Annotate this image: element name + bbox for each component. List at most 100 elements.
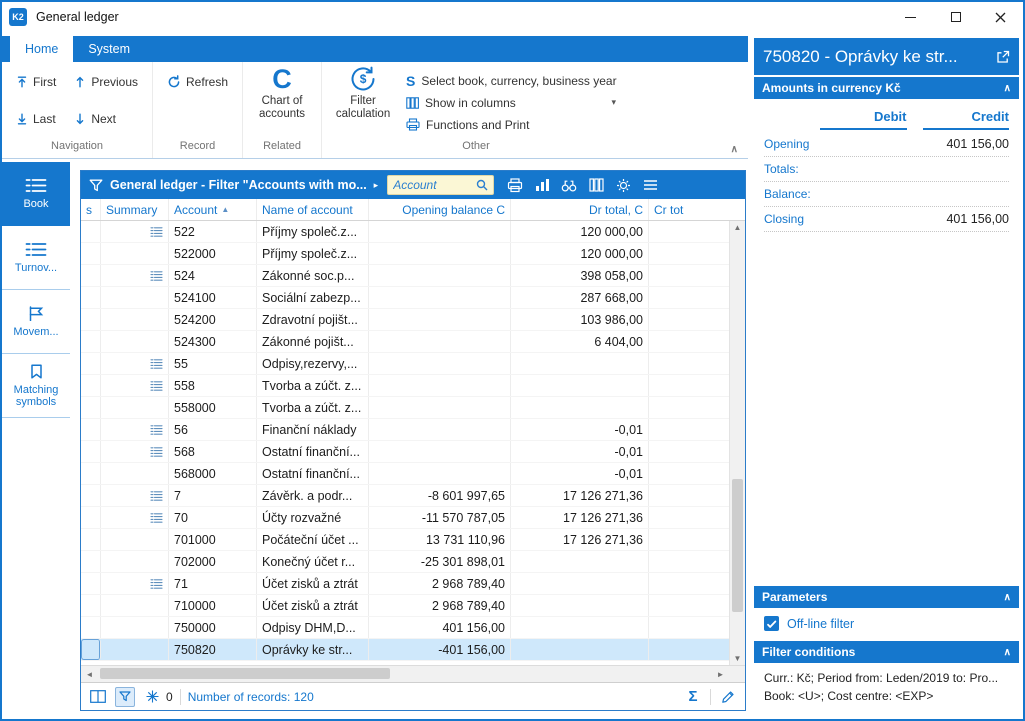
menu-button[interactable] xyxy=(640,175,660,195)
table-row[interactable]: 524 Zákonné soc.p... 398 058,00 xyxy=(81,265,729,287)
ledger-grid: General ledger - Filter "Accounts with m… xyxy=(80,170,746,711)
select-book-button[interactable]: S Select book, currency, business year xyxy=(406,71,617,90)
sidebar-item-matching-symbols[interactable]: Matching symbols xyxy=(2,354,70,418)
table-row[interactable]: 524200 Zdravotní pojišt... 103 986,00 xyxy=(81,309,729,331)
chart-button[interactable] xyxy=(532,175,552,195)
filter-conditions-section-header[interactable]: Filter conditions ∧ xyxy=(754,641,1019,663)
edit-button[interactable] xyxy=(718,687,738,707)
chevron-up-icon[interactable]: ∧ xyxy=(1004,647,1011,658)
hscroll-track[interactable] xyxy=(98,666,712,682)
table-row[interactable]: 701000 Počáteční účet ... 13 731 110,96 … xyxy=(81,529,729,551)
table-row[interactable]: 522 Příjmy společ.z... 120 000,00 xyxy=(81,221,729,243)
filter-toggle-button[interactable] xyxy=(115,686,135,707)
sum-button[interactable]: Σ xyxy=(683,687,703,707)
table-row[interactable]: 524100 Sociální zabezp... 287 668,00 xyxy=(81,287,729,309)
table-row[interactable]: 568000 Ostatní finanční... -0,01 xyxy=(81,463,729,485)
table-row[interactable]: 702000 Konečný účet r... -25 301 898,01 xyxy=(81,551,729,573)
columns-icon xyxy=(589,178,604,192)
panes-button[interactable] xyxy=(88,687,108,707)
summary-icon xyxy=(150,380,163,391)
maximize-button[interactable] xyxy=(933,2,978,32)
cell-dr: -0,01 xyxy=(511,419,649,440)
scroll-up-icon[interactable]: ▲ xyxy=(734,223,742,232)
table-row[interactable]: 7 Závěrk. a podr... -8 601 997,65 17 126… xyxy=(81,485,729,507)
scroll-down-icon[interactable]: ▼ xyxy=(734,654,742,663)
chevron-down-icon[interactable]: ▾ xyxy=(612,97,617,108)
column-header-s[interactable]: s xyxy=(81,199,101,220)
table-row[interactable]: 558000 Tvorba a zúčt. z... xyxy=(81,397,729,419)
freeze-button[interactable] xyxy=(142,687,162,707)
cell-cr xyxy=(649,463,729,484)
table-row[interactable]: 750820 Oprávky ke str... -401 156,00 xyxy=(81,639,729,661)
print-button[interactable] xyxy=(505,175,525,195)
flag-icon xyxy=(29,305,44,321)
hscroll-thumb[interactable] xyxy=(100,668,390,679)
filter-calculation-button[interactable]: $ Filter calculation xyxy=(328,62,398,140)
first-button[interactable]: First xyxy=(16,73,56,91)
column-header-account[interactable]: Account ▲ xyxy=(169,199,257,220)
functions-print-button[interactable]: Functions and Print xyxy=(406,115,616,134)
vscroll-thumb[interactable] xyxy=(732,478,743,612)
cell-s xyxy=(81,419,101,440)
amounts-section-header[interactable]: Amounts in currency Kč ∧ xyxy=(754,77,1019,99)
scroll-right-icon[interactable]: ► xyxy=(712,670,729,679)
last-button[interactable]: Last xyxy=(16,110,56,128)
table-row[interactable]: 710000 Účet zisků a ztrát 2 968 789,40 xyxy=(81,595,729,617)
table-row[interactable]: 71 Účet zisků a ztrát 2 968 789,40 xyxy=(81,573,729,595)
tab-system[interactable]: System xyxy=(73,36,145,62)
column-header-dr[interactable]: Dr total, C xyxy=(511,199,649,220)
list-icon xyxy=(25,178,47,192)
show-in-columns-button[interactable]: Show in columns ▾ xyxy=(406,93,616,112)
close-button[interactable] xyxy=(978,2,1023,32)
column-header-cr[interactable]: Cr tot xyxy=(649,199,745,220)
parameters-section-header[interactable]: Parameters ∧ xyxy=(754,586,1019,608)
table-row[interactable]: 524300 Zákonné pojišt... 6 404,00 xyxy=(81,331,729,353)
cell-dr: -0,01 xyxy=(511,441,649,462)
ribbon-collapse-button[interactable]: ∧ xyxy=(731,144,738,155)
table-row[interactable]: 70 Účty rozvažné -11 570 787,05 17 126 2… xyxy=(81,507,729,529)
horizontal-scrollbar[interactable]: ◄ ► xyxy=(81,665,745,682)
credit-column-header[interactable]: Credit xyxy=(922,109,1009,130)
columns-button[interactable] xyxy=(586,175,606,195)
cell-opening xyxy=(369,265,511,286)
table-row[interactable]: 522000 Příjmy společ.z... 120 000,00 xyxy=(81,243,729,265)
account-search-input[interactable] xyxy=(393,178,473,192)
table-row[interactable]: 55 Odpisy,rezervy,... xyxy=(81,353,729,375)
cell-s xyxy=(81,397,101,418)
cell-name: Příjmy společ.z... xyxy=(257,221,369,242)
open-in-window-icon[interactable] xyxy=(996,50,1010,64)
tab-home[interactable]: Home xyxy=(10,36,74,62)
vertical-scrollbar[interactable]: ▲ ▼ xyxy=(729,221,745,665)
cell-account: 702000 xyxy=(169,551,257,572)
debit-column-header[interactable]: Debit xyxy=(820,109,907,130)
sidebar-item-movements[interactable]: Movem... xyxy=(2,290,70,354)
chevron-up-icon[interactable]: ∧ xyxy=(1004,592,1011,603)
cell-name: Tvorba a zúčt. z... xyxy=(257,397,369,418)
chart-of-accounts-button[interactable]: C Chart of accounts xyxy=(247,62,317,140)
table-row[interactable]: 56 Finanční náklady -0,01 xyxy=(81,419,729,441)
table-row[interactable]: 568 Ostatní finanční... -0,01 xyxy=(81,441,729,463)
sigma-icon: Σ xyxy=(688,688,698,705)
cell-cr xyxy=(649,639,729,660)
chart-of-accounts-label: Chart of accounts xyxy=(259,95,306,120)
sidebar-item-turnovers[interactable]: Turnov... xyxy=(2,226,70,290)
find-button[interactable] xyxy=(559,175,579,195)
column-header-summary[interactable]: Summary xyxy=(101,199,169,220)
settings-button[interactable] xyxy=(613,175,633,195)
offline-filter-checkbox[interactable] xyxy=(764,616,779,631)
column-header-name[interactable]: Name of account xyxy=(257,199,369,220)
scroll-left-icon[interactable]: ◄ xyxy=(81,670,98,679)
cell-opening: -401 156,00 xyxy=(369,639,511,660)
table-row[interactable]: 750000 Odpisy DHM,D... 401 156,00 xyxy=(81,617,729,639)
sidebar-item-book[interactable]: Book xyxy=(2,162,70,226)
refresh-button[interactable]: Refresh xyxy=(167,73,228,91)
previous-button[interactable]: Previous xyxy=(74,73,138,91)
table-row[interactable]: 558 Tvorba a zúčt. z... xyxy=(81,375,729,397)
cell-cr xyxy=(649,595,729,616)
minimize-button[interactable] xyxy=(888,2,933,32)
column-header-opening[interactable]: Opening balance C xyxy=(369,199,511,220)
next-button[interactable]: Next xyxy=(74,110,138,128)
cell-name: Sociální zabezp... xyxy=(257,287,369,308)
caret-right-icon[interactable]: ▸ xyxy=(374,180,379,191)
chevron-up-icon[interactable]: ∧ xyxy=(1004,83,1011,94)
